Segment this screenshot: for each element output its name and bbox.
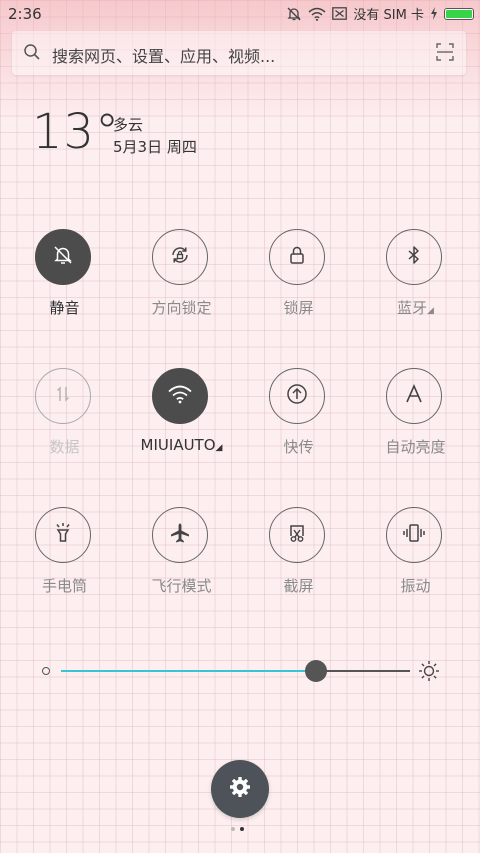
- toggle-rotation-lock-button[interactable]: [152, 229, 208, 285]
- toggle-wifi-button[interactable]: [152, 368, 208, 424]
- bell-off-icon: [286, 6, 302, 22]
- screenshot-icon: [285, 521, 309, 549]
- status-icons: 没有 SIM 卡: [286, 4, 474, 23]
- search-input[interactable]: 搜索网页、设置、应用、视频...: [52, 43, 275, 67]
- toggle-bluetooth-button[interactable]: [386, 229, 442, 285]
- vibrate-icon: [401, 521, 427, 549]
- search-bar[interactable]: 搜索网页、设置、应用、视频...: [12, 31, 466, 75]
- wifi-icon: [308, 7, 326, 21]
- page-dot[interactable]: [231, 827, 235, 831]
- lock-icon: [285, 243, 309, 271]
- toggle-bluetooth[interactable]: 蓝牙◢: [357, 229, 474, 339]
- toggle-quick-transfer-button[interactable]: [269, 368, 325, 424]
- brightness-low-icon: [42, 667, 50, 675]
- bell-off-icon: [51, 243, 75, 271]
- flashlight-icon: [51, 521, 75, 549]
- battery-icon: [444, 7, 474, 20]
- brightness-slider[interactable]: [61, 660, 410, 682]
- toggle-silent[interactable]: 静音: [6, 229, 123, 339]
- toggle-screenshot[interactable]: 截屏: [240, 507, 357, 617]
- brightness-slider-fill: [61, 670, 316, 672]
- sim-status-text: 没有 SIM 卡: [353, 8, 424, 23]
- toggle-mobile-data-button[interactable]: [35, 368, 91, 424]
- temperature[interactable]: 13°: [32, 104, 120, 160]
- toggle-lock-screen-button[interactable]: [269, 229, 325, 285]
- toggle-auto-brightness[interactable]: 自动亮度: [357, 368, 474, 478]
- toggle-auto-brightness-button[interactable]: [386, 368, 442, 424]
- toggle-flashlight-button[interactable]: [35, 507, 91, 563]
- airplane-icon: [168, 521, 192, 549]
- search-icon: [23, 43, 41, 65]
- rotation-lock-icon: [168, 243, 192, 271]
- battery-fill: [446, 9, 472, 18]
- brightness-slider-thumb[interactable]: [304, 660, 327, 682]
- mobile-data-icon: [51, 382, 75, 410]
- page-indicator: [231, 827, 244, 831]
- scan-icon[interactable]: [436, 43, 454, 65]
- toggle-vibrate[interactable]: 振动: [357, 507, 474, 617]
- page-dot-active[interactable]: [240, 827, 244, 831]
- gear-icon: [228, 775, 252, 803]
- toggle-vibrate-button[interactable]: [386, 507, 442, 563]
- toggle-screenshot-button[interactable]: [269, 507, 325, 563]
- toggle-auto-brightness-label: 自动亮度: [385, 438, 446, 456]
- toggle-vibrate-label: 振动: [400, 577, 431, 595]
- no-sim-icon: [332, 7, 348, 20]
- toggle-airplane-button[interactable]: [152, 507, 208, 563]
- brightness-high-icon: [418, 660, 440, 686]
- toggle-rotation-lock[interactable]: 方向锁定: [123, 229, 240, 339]
- toggle-flashlight[interactable]: 手电筒: [6, 507, 123, 617]
- bluetooth-icon: [402, 243, 426, 271]
- toggle-bluetooth-label: 蓝牙◢: [397, 299, 434, 317]
- toggle-mobile-data[interactable]: 数据: [6, 368, 123, 478]
- settings-button[interactable]: [211, 760, 269, 818]
- toggle-airplane[interactable]: 飞行模式: [123, 507, 240, 617]
- more-arrow-icon: ◢: [215, 443, 223, 453]
- status-bar: 2:36 没有 SIM 卡: [0, 0, 480, 28]
- quick-transfer-icon: [284, 381, 310, 411]
- toggle-silent-button[interactable]: [35, 229, 91, 285]
- weather-condition: 多云: [113, 116, 144, 134]
- toggle-quick-transfer[interactable]: 快传: [240, 368, 357, 478]
- more-arrow-icon: ◢: [427, 306, 434, 316]
- wifi-icon: [167, 383, 193, 409]
- brightness-control: [40, 658, 440, 684]
- toggle-lock-screen[interactable]: 锁屏: [240, 229, 357, 339]
- charging-icon: [430, 7, 438, 20]
- weather-date: 5月3日 周四: [113, 138, 197, 156]
- auto-brightness-icon: [402, 382, 426, 410]
- toggle-wifi[interactable]: MIUIAUTO◢: [123, 368, 240, 478]
- status-time: 2:36: [8, 5, 42, 23]
